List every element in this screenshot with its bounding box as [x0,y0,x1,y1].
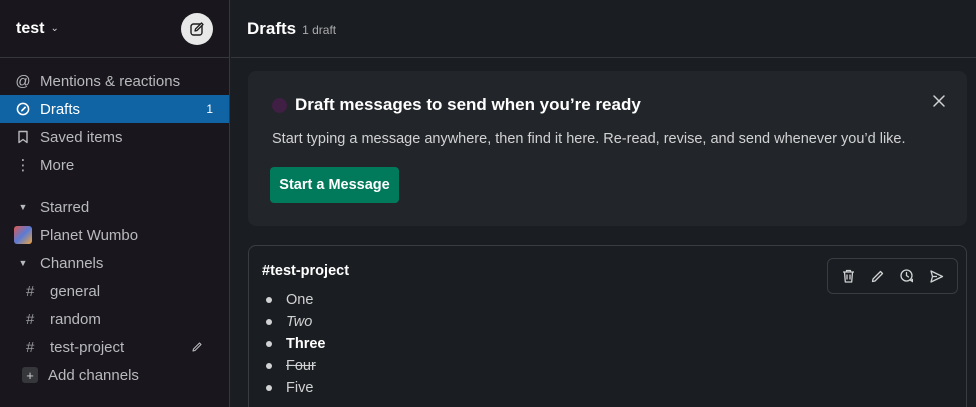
send-icon[interactable] [924,264,948,288]
section-starred[interactable]: ▼ Starred [0,193,229,221]
draft-list: One Two Three Four Five [264,289,326,399]
list-item: Four [264,355,326,377]
drafts-count-badge: 1 [206,102,213,116]
hash-icon: # [26,282,35,300]
edit-pencil-icon[interactable] [866,264,890,288]
drafts-info-banner: Draft messages to send when you’re ready… [248,71,967,226]
list-item: Two [264,311,326,333]
sidebar-item-more[interactable]: ⋮ More [0,151,229,179]
sidebar-item-label: Planet Wumbo [40,226,139,244]
start-message-button[interactable]: Start a Message [270,167,399,203]
draft-dot-icon [272,97,287,113]
channel-label: random [50,310,101,328]
sidebar-item-saved[interactable]: Saved items [0,123,229,151]
sidebar-item-label: Drafts [40,100,81,118]
sidebar-item-drafts[interactable]: Drafts 1 [0,95,229,123]
chevron-down-icon: ⌄ [50,23,59,34]
page-header: Drafts 1 draft [231,0,976,58]
sidebar: test ⌄ @ Mentions & reactions Drafts 1 S… [0,0,230,407]
sidebar-item-mentions[interactable]: @ Mentions & reactions [0,67,229,95]
add-channels-button[interactable]: + Add channels [0,361,229,389]
section-label: Starred [40,198,90,216]
section-channels[interactable]: ▼ Channels [0,249,229,277]
channel-label: test-project [50,338,125,356]
sidebar-item-label: Mentions & reactions [40,72,181,90]
list-item: Three [264,333,326,355]
bookmark-icon [16,130,30,144]
banner-title: Draft messages to send when you’re ready [272,95,641,115]
hash-icon: # [26,338,35,356]
sidebar-item-label: More [40,156,75,174]
add-channels-label: Add channels [48,366,139,384]
sidebar-item-test-project[interactable]: # test-project [0,333,229,361]
channel-label: general [50,282,101,300]
page-subtitle: 1 draft [302,23,337,37]
page-title: Drafts [247,18,297,38]
close-icon[interactable] [929,91,949,111]
plus-icon: + [22,367,38,383]
draft-card[interactable]: #test-project One Two Three Four Five [248,245,967,407]
workspace-switcher[interactable]: test ⌄ [16,20,59,38]
sidebar-nav: @ Mentions & reactions Drafts 1 Saved it… [0,58,229,389]
more-vertical-icon: ⋮ [15,157,31,174]
avatar [14,226,32,244]
workspace-header: test ⌄ [0,0,229,58]
sidebar-item-general[interactable]: # general [0,277,229,305]
hash-icon: # [26,310,35,328]
sidebar-item-label: Saved items [40,128,123,146]
workspace-name: test [16,19,45,37]
section-label: Channels [40,254,104,272]
compose-icon [190,21,204,36]
banner-title-text: Draft messages to send when you’re ready [295,95,641,114]
schedule-clock-icon[interactable] [895,264,919,288]
compose-button[interactable] [181,12,213,45]
caret-down-icon: ▼ [18,258,28,268]
list-item: One [264,289,326,311]
list-item: Five [264,377,326,399]
trash-icon[interactable] [837,264,861,288]
at-sign-icon: @ [15,72,31,90]
sidebar-item-random[interactable]: # random [0,305,229,333]
pencil-icon [191,341,203,353]
drafts-icon [16,102,30,116]
draft-channel: #test-project [262,263,350,279]
draft-actions-toolbar [827,258,958,294]
caret-down-icon: ▼ [18,202,28,212]
banner-text: Start typing a message anywhere, then fi… [272,131,906,147]
sidebar-item-planet-wumbo[interactable]: Planet Wumbo [0,221,229,249]
main-pane: Drafts 1 draft Draft messages to send wh… [231,0,976,407]
